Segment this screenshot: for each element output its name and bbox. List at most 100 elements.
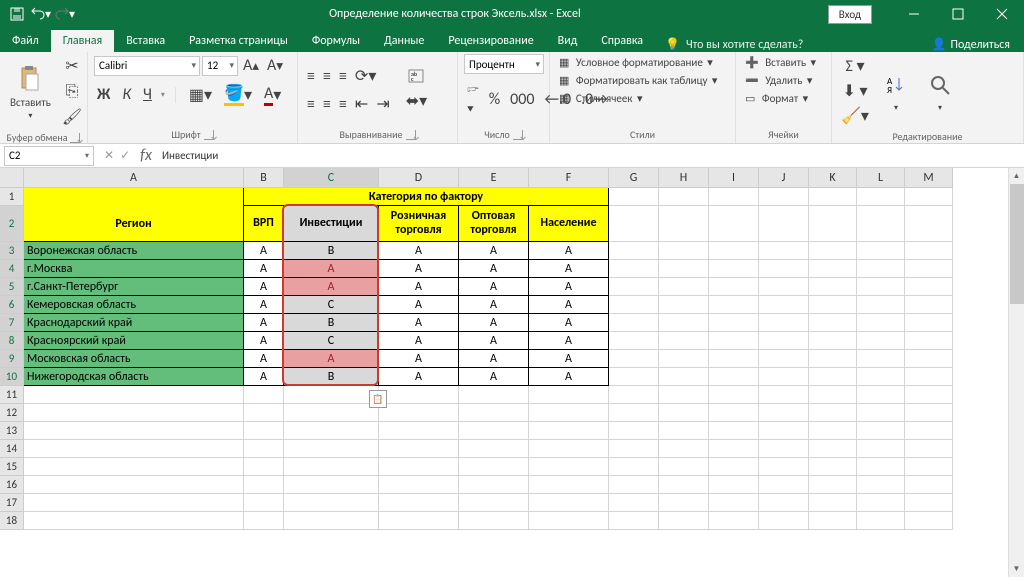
- row-header-3[interactable]: 3: [0, 242, 24, 260]
- cell[interactable]: [809, 458, 857, 476]
- cell[interactable]: A: [379, 332, 459, 350]
- cell[interactable]: [609, 368, 659, 386]
- cell[interactable]: [709, 260, 759, 278]
- cell[interactable]: [809, 404, 857, 422]
- cell[interactable]: [379, 404, 459, 422]
- cell[interactable]: [459, 404, 529, 422]
- cell[interactable]: A: [529, 350, 609, 368]
- cell[interactable]: [659, 404, 709, 422]
- fx-icon[interactable]: fx: [136, 146, 156, 165]
- vertical-scrollbar[interactable]: ▲ ▼: [1008, 168, 1024, 577]
- cell[interactable]: A: [459, 260, 529, 278]
- cell[interactable]: [379, 476, 459, 494]
- cell[interactable]: A: [379, 314, 459, 332]
- cell[interactable]: [759, 350, 809, 368]
- cell[interactable]: [905, 278, 953, 296]
- fill-icon[interactable]: ⬇ ▾: [838, 79, 872, 103]
- cell[interactable]: [709, 476, 759, 494]
- cell[interactable]: [857, 350, 905, 368]
- cell[interactable]: [244, 404, 284, 422]
- tab-help[interactable]: Справка: [589, 30, 655, 52]
- cell[interactable]: [709, 332, 759, 350]
- cell[interactable]: [459, 476, 529, 494]
- autosum-icon[interactable]: Σ ▾: [838, 54, 872, 78]
- cell[interactable]: [709, 350, 759, 368]
- merge-cells-icon[interactable]: ⬌▾: [403, 89, 430, 113]
- cell[interactable]: A: [459, 242, 529, 260]
- cell[interactable]: A: [244, 296, 284, 314]
- cell[interactable]: [709, 206, 759, 242]
- cell[interactable]: [905, 476, 953, 494]
- row-header-9[interactable]: 9: [0, 350, 24, 368]
- copy-icon[interactable]: ⎘: [59, 80, 85, 103]
- cell[interactable]: [905, 512, 953, 530]
- row-header-14[interactable]: 14: [0, 440, 24, 458]
- share-button[interactable]: 👤 Поделиться: [918, 37, 1024, 52]
- cell[interactable]: [709, 242, 759, 260]
- cell[interactable]: [659, 476, 709, 494]
- align-right-icon[interactable]: ≡: [336, 93, 350, 116]
- cell[interactable]: [284, 512, 379, 530]
- cell[interactable]: [284, 458, 379, 476]
- cell[interactable]: [379, 440, 459, 458]
- cell[interactable]: A: [529, 242, 609, 260]
- cell[interactable]: [24, 386, 244, 404]
- cell[interactable]: [709, 368, 759, 386]
- underline-button[interactable]: Ч: [140, 83, 155, 106]
- cell[interactable]: [809, 494, 857, 512]
- cell[interactable]: [709, 404, 759, 422]
- paste-options-icon[interactable]: 📋: [369, 390, 387, 408]
- cell[interactable]: A: [459, 332, 529, 350]
- cell[interactable]: A: [529, 368, 609, 386]
- cell[interactable]: [759, 476, 809, 494]
- select-all-corner[interactable]: [0, 168, 24, 188]
- cell[interactable]: A: [459, 278, 529, 296]
- cell[interactable]: [905, 350, 953, 368]
- maximize-icon[interactable]: [936, 0, 980, 28]
- cell[interactable]: [609, 350, 659, 368]
- cell[interactable]: B: [284, 242, 379, 260]
- cell[interactable]: [24, 440, 244, 458]
- cell[interactable]: A: [529, 332, 609, 350]
- cell[interactable]: [609, 314, 659, 332]
- cell[interactable]: [459, 458, 529, 476]
- tab-insert[interactable]: Вставка: [114, 30, 177, 52]
- cell[interactable]: [24, 494, 244, 512]
- cell[interactable]: Кемеровская область: [24, 296, 244, 314]
- cell[interactable]: [709, 314, 759, 332]
- cell[interactable]: [857, 260, 905, 278]
- cell[interactable]: [759, 494, 809, 512]
- login-button[interactable]: Вход: [828, 5, 872, 24]
- column-header-C[interactable]: C: [284, 168, 379, 188]
- cell[interactable]: [284, 440, 379, 458]
- cell[interactable]: [857, 440, 905, 458]
- cell[interactable]: [709, 440, 759, 458]
- cell[interactable]: [809, 476, 857, 494]
- cell[interactable]: [809, 512, 857, 530]
- cell[interactable]: [284, 422, 379, 440]
- orientation-icon[interactable]: ⟳▾: [352, 64, 379, 88]
- cell[interactable]: [905, 188, 953, 206]
- cell[interactable]: Воронежская область: [24, 242, 244, 260]
- cell[interactable]: [809, 206, 857, 242]
- alignment-dialog-launcher[interactable]: [406, 130, 416, 140]
- cell[interactable]: A: [379, 260, 459, 278]
- row-header-4[interactable]: 4: [0, 260, 24, 278]
- cell[interactable]: [609, 386, 659, 404]
- wrap-text-icon[interactable]: abc: [403, 67, 430, 85]
- cell[interactable]: [659, 386, 709, 404]
- cell[interactable]: A: [379, 296, 459, 314]
- cell[interactable]: [609, 260, 659, 278]
- italic-button[interactable]: К: [119, 83, 134, 106]
- cell[interactable]: [459, 422, 529, 440]
- cell[interactable]: [659, 368, 709, 386]
- cell[interactable]: A: [379, 278, 459, 296]
- cell[interactable]: [24, 458, 244, 476]
- enter-formula-icon[interactable]: ✓: [120, 148, 130, 163]
- insert-cells-button[interactable]: ➕ Вставить ▾: [742, 54, 819, 71]
- align-top-icon[interactable]: ≡: [304, 65, 318, 88]
- cell[interactable]: A: [244, 278, 284, 296]
- cell[interactable]: [659, 188, 709, 206]
- cell[interactable]: [459, 512, 529, 530]
- cell[interactable]: [609, 278, 659, 296]
